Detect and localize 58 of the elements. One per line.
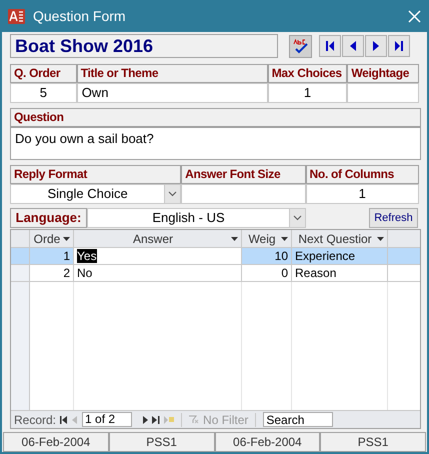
- status-cell: 06-Feb-2004: [214, 432, 320, 452]
- last-record-icon[interactable]: [152, 416, 160, 424]
- column-header[interactable]: Next Questior: [292, 230, 388, 247]
- field-label: Weightage: [347, 64, 419, 83]
- column-header[interactable]: Orde: [30, 230, 74, 247]
- next-record-button[interactable]: [365, 35, 387, 57]
- field-label: No. of Columns: [306, 165, 419, 184]
- field-label: Q. Order: [10, 64, 77, 83]
- table-cell: 2: [30, 265, 74, 281]
- column-header[interactable]: Answer: [74, 230, 242, 247]
- field-label: Title or Theme: [76, 64, 268, 83]
- table-cell: Yes: [74, 248, 242, 264]
- language-dropdown[interactable]: English - US: [87, 208, 306, 228]
- input-field[interactable]: [181, 184, 306, 204]
- reply-format-dropdown[interactable]: Single Choice: [10, 184, 182, 204]
- table-cell: No: [74, 265, 242, 281]
- refresh-button[interactable]: Refresh: [369, 208, 418, 228]
- table-row[interactable]: 2 No 0 Reason: [11, 265, 420, 282]
- sort-arrow-icon[interactable]: [63, 236, 70, 240]
- window-title: Question Form: [33, 6, 127, 26]
- record-position-field[interactable]: 1 of 2: [82, 412, 132, 427]
- sort-arrow-icon[interactable]: [281, 236, 288, 240]
- status-cell: PSS1: [108, 432, 214, 452]
- field-label: Language:: [10, 208, 87, 228]
- last-record-button[interactable]: [388, 35, 410, 57]
- table-row[interactable]: 1 Yes 10 Experience: [11, 248, 420, 265]
- table-cell: 0: [242, 265, 292, 281]
- field-label: Max Choices: [268, 64, 348, 83]
- record-label: Record:: [14, 412, 56, 428]
- table-cell: Reason: [292, 265, 388, 281]
- survey-title-field[interactable]: Boat Show 2016: [10, 34, 278, 58]
- input-field[interactable]: 5: [10, 83, 77, 103]
- input-field[interactable]: 1: [306, 184, 419, 204]
- table-cell: 10: [242, 248, 292, 264]
- input-field[interactable]: 1: [268, 83, 348, 103]
- skip-arrow-icon: [392, 39, 406, 53]
- search-field[interactable]: Search: [263, 412, 334, 427]
- field-label: Question: [10, 108, 421, 127]
- input-field[interactable]: [347, 83, 419, 103]
- sort-arrow-icon[interactable]: [231, 236, 238, 240]
- status-cell: 06-Feb-2004: [3, 432, 109, 452]
- status-cell: PSS1: [320, 432, 426, 452]
- input-field[interactable]: Own: [76, 83, 268, 103]
- app-icon: [8, 8, 25, 24]
- filter-icon: [189, 415, 200, 424]
- field-label: Answer Font Size: [181, 165, 306, 184]
- next-record-icon[interactable]: [142, 416, 148, 424]
- skip-arrow-icon: [323, 39, 337, 53]
- previous-record-button[interactable]: [342, 35, 364, 57]
- spell-check-button[interactable]: [289, 34, 312, 58]
- table-cell: Experience: [292, 248, 388, 264]
- column-header[interactable]: Weig: [242, 230, 292, 247]
- first-record-button[interactable]: [319, 35, 341, 57]
- close-icon[interactable]: [408, 10, 421, 22]
- sort-arrow-icon[interactable]: [377, 236, 384, 240]
- question-field[interactable]: Do you own a sail boat?: [10, 127, 421, 160]
- field-label: Reply Format: [10, 165, 182, 184]
- first-record-icon[interactable]: [60, 416, 68, 424]
